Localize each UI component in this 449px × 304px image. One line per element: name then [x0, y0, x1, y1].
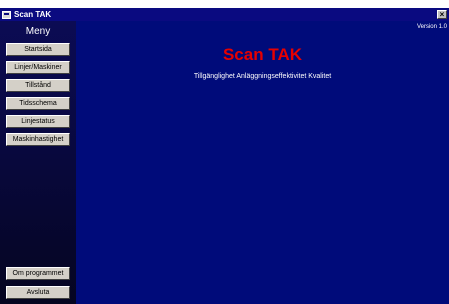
close-button[interactable]: × [437, 10, 447, 19]
menu-button-linjestatus[interactable]: Linjestatus [6, 115, 70, 128]
about-button[interactable]: Om programmet [6, 267, 70, 280]
app-window: Scan TAK × Meny Startsida Linjer/Maskine… [0, 8, 449, 304]
menu-title: Meny [25, 26, 51, 37]
menu-button-startsida[interactable]: Startsida [6, 43, 70, 56]
menu-button-maskinhastighet[interactable]: Maskinhastighet [6, 133, 70, 146]
app-subtitle: Tillgänglighet Anläggningseffektivitet K… [193, 73, 332, 80]
exit-button[interactable]: Avsluta [6, 286, 70, 299]
menu-button-tidsschema[interactable]: Tidsschema [6, 97, 70, 110]
app-icon [2, 10, 11, 19]
menu-button-linjer-maskiner[interactable]: Linjer/Maskiner [6, 61, 70, 74]
close-icon: × [439, 10, 445, 19]
app-title: Scan TAK [222, 45, 303, 64]
menu-sidebar: Meny Startsida Linjer/Maskiner Tillstånd… [0, 21, 76, 304]
window-title: Scan TAK [14, 10, 52, 19]
title-bar[interactable]: Scan TAK × [0, 8, 449, 21]
menu-button-tillstand[interactable]: Tillstånd [6, 79, 70, 92]
version-label: Version 1.0 [416, 24, 447, 30]
main-content: Version 1.0 Scan TAK Tillgänglighet Anlä… [76, 21, 449, 304]
